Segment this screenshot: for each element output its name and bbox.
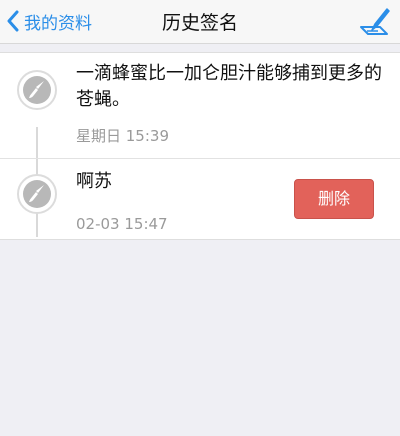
signature-text: 一滴蜂蜜比一加仑胆汁能够捕到更多的苍蝇。: [76, 63, 382, 110]
page-title: 历史签名: [161, 12, 238, 34]
brush-icon: [16, 173, 58, 215]
pen-paper-icon: [356, 8, 392, 43]
list-item[interactable]: 啊苏 02-03 15:47 删除: [0, 159, 400, 241]
signature-time: 02-03 15:47: [76, 215, 168, 233]
edit-signature-button[interactable]: [356, 3, 392, 39]
list-item[interactable]: 一滴蜂蜜比一加仑胆汁能够捕到更多的苍蝇。 星期日 15:39: [0, 53, 400, 159]
signature-time: 星期日 15:39: [76, 127, 169, 145]
brush-icon: [16, 69, 58, 111]
signature-history-list: 一滴蜂蜜比一加仑胆汁能够捕到更多的苍蝇。 星期日 15:39 啊苏 02-03 …: [0, 52, 400, 240]
delete-button[interactable]: 删除: [294, 179, 374, 219]
navigation-bar: 我的资料 历史签名: [0, 0, 400, 44]
